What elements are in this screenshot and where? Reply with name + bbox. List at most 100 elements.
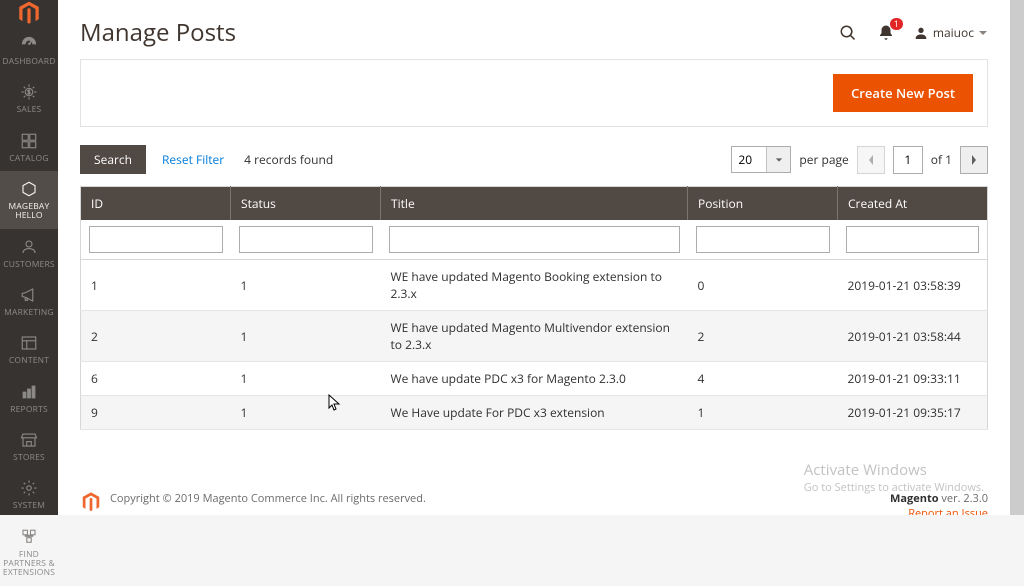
svg-text:$: $ [27,89,31,97]
page-actions: Create New Post [80,59,988,127]
cell-title: WE have updated Magento Multivendor exte… [381,311,688,362]
customers-icon [19,237,39,257]
cell-position: 4 [688,362,838,396]
sidebar-item-label: FIND PARTNERS & EXTENSIONS [2,550,56,578]
records-found-label: 4 records found [244,151,333,168]
chevron-down-icon [978,28,988,38]
prev-page-button[interactable] [857,146,885,174]
create-new-post-button[interactable]: Create New Post [833,74,973,112]
sidebar-item-label: MARKETING [4,308,54,317]
cell-status: 1 [231,260,381,311]
user-name: maiuoc [933,24,974,41]
search-icon [839,24,857,42]
sidebar-item-stores[interactable]: STORES [0,422,58,470]
cell-id: 1 [81,260,231,311]
notification-badge: 1 [890,18,903,30]
sidebar-item-label: SALES [17,105,42,114]
search-button[interactable] [837,22,859,44]
sidebar-item-label: REPORTS [10,405,48,414]
megaphone-icon [19,285,39,305]
cell-created: 2019-01-21 03:58:39 [838,260,988,311]
col-header-title[interactable]: Title [381,187,688,221]
watermark-subtitle: Go to Settings to activate Windows. [804,480,984,495]
cell-position: 2 [688,311,838,362]
table-row[interactable]: 11WE have updated Magento Booking extens… [81,260,988,311]
col-header-id[interactable]: ID [81,187,231,221]
scrollbar-thumb[interactable] [1010,0,1024,515]
filter-title-input[interactable] [389,226,680,253]
partners-icon [19,527,39,547]
cell-status: 1 [231,311,381,362]
cell-position: 0 [688,260,838,311]
vertical-scrollbar[interactable] [1010,0,1024,515]
col-header-position[interactable]: Position [688,187,838,221]
sidebar-item-label: DASHBOARD [2,57,55,66]
page-size-select[interactable] [731,146,791,173]
stores-icon [19,430,39,450]
catalog-icon [19,131,39,151]
sidebar-item-label: CUSTOMERS [3,260,55,269]
sidebar-item-magebay-hello[interactable]: MAGEBAY HELLO [0,171,58,229]
cell-status: 1 [231,396,381,430]
cell-id: 9 [81,396,231,430]
hexagon-icon [19,179,39,199]
cell-id: 2 [81,311,231,362]
per-page-label: per page [799,151,848,168]
sales-icon: $ [19,82,39,102]
filter-position-input[interactable] [696,226,830,253]
sidebar-item-label: STORES [13,453,45,462]
sidebar-item-marketing[interactable]: MARKETING [0,277,58,325]
cell-created: 2019-01-21 09:33:11 [838,362,988,396]
table-row[interactable]: 61We have update PDC x3 for Magento 2.3.… [81,362,988,396]
col-header-created[interactable]: Created At [838,187,988,221]
user-menu[interactable]: maiuoc [913,24,988,41]
cell-title: WE have updated Magento Booking extensio… [381,260,688,311]
sidebar-item-label: MAGEBAY HELLO [2,202,56,221]
filter-created-input[interactable] [846,226,980,253]
cell-position: 1 [688,396,838,430]
reports-icon [19,382,39,402]
current-page-input[interactable] [893,146,923,174]
sidebar-item-sales[interactable]: $ SALES [0,74,58,122]
cell-created: 2019-01-21 09:35:17 [838,396,988,430]
sidebar-item-dashboard[interactable]: DASHBOARD [0,26,58,74]
table-row[interactable]: 21WE have updated Magento Multivendor ex… [81,311,988,362]
magento-logo-icon [80,491,102,513]
sidebar-item-label: CONTENT [9,356,49,365]
sidebar-item-find-partners[interactable]: FIND PARTNERS & EXTENSIONS [0,519,58,586]
notifications-button[interactable]: 1 [875,22,897,44]
sidebar-item-customers[interactable]: CUSTOMERS [0,229,58,277]
chevron-left-icon [867,154,875,166]
sidebar-item-system[interactable]: SYSTEM [0,470,58,518]
sidebar-item-label: CATALOG [9,154,48,163]
page-size-dropdown[interactable] [766,147,790,172]
cell-title: We have update PDC x3 for Magento 2.3.0 [381,362,688,396]
windows-activation-watermark: Activate Windows Go to Settings to activ… [804,460,984,495]
filter-id-input[interactable] [89,226,223,253]
sidebar-item-catalog[interactable]: CATALOG [0,123,58,171]
magento-logo[interactable] [0,0,58,26]
content-icon [19,333,39,353]
copyright-text: Copyright © 2019 Magento Commerce Inc. A… [110,491,426,506]
report-issue-link[interactable]: Report an Issue [908,506,988,515]
sidebar-item-label: SYSTEM [13,501,45,510]
reset-filter-link[interactable]: Reset Filter [162,151,224,168]
page-title: Manage Posts [80,16,236,49]
cell-created: 2019-01-21 03:58:44 [838,311,988,362]
watermark-title: Activate Windows [804,460,984,480]
sidebar-item-content[interactable]: CONTENT [0,325,58,373]
gear-icon [19,478,39,498]
user-icon [913,25,929,41]
page-size-input[interactable] [732,147,766,172]
col-header-status[interactable]: Status [231,187,381,221]
sidebar-item-reports[interactable]: REPORTS [0,374,58,422]
admin-sidebar: DASHBOARD $ SALES CATALOG MAGEBAY HELLO … [0,0,58,515]
cell-status: 1 [231,362,381,396]
search-button[interactable]: Search [80,145,146,174]
posts-grid: ID Status Title Position Created At 11WE… [80,186,988,430]
next-page-button[interactable] [960,146,988,174]
main-content: Manage Posts 1 maiuoc Create New Post Se… [58,0,1010,515]
filter-status-input[interactable] [239,226,373,253]
chevron-down-icon [775,156,783,164]
table-row[interactable]: 91We Have update For PDC x3 extension120… [81,396,988,430]
